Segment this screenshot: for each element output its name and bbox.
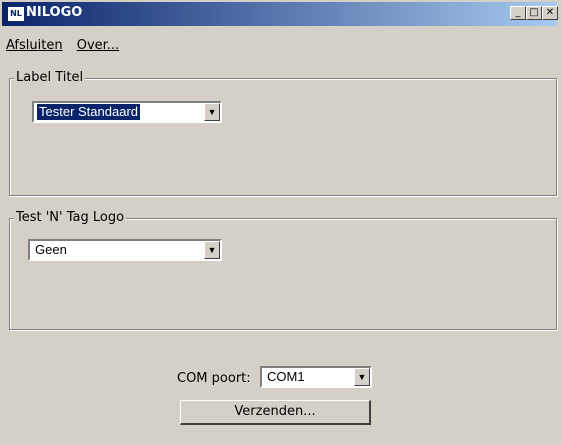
com-port-select[interactable]: COM1 ▼ (260, 366, 372, 388)
menu-bar: Afsluiten Over... (6, 38, 129, 56)
maximize-button[interactable]: □ (526, 6, 542, 20)
group-legend-test-n-tag-logo: Test 'N' Tag Logo (14, 210, 127, 225)
app-window: NL NILOGO _ □ ✕ Afsluiten Over... Label … (0, 0, 561, 445)
com-port-select-value: COM1 (267, 369, 305, 384)
close-button[interactable]: ✕ (542, 6, 558, 20)
minimize-button[interactable]: _ (510, 6, 526, 20)
chevron-down-icon[interactable]: ▼ (204, 241, 220, 259)
logo-select[interactable]: Geen ▼ (28, 239, 222, 261)
group-test-n-tag-logo: Test 'N' Tag Logo Geen ▼ (9, 210, 557, 330)
logo-select-value: Geen (35, 242, 67, 257)
group-label-titel: Label Titel Tester Standaard ▼ (9, 70, 557, 196)
label-titel-select[interactable]: Tester Standaard ▼ (32, 101, 222, 123)
app-logo-icon: NL (8, 7, 24, 21)
chevron-down-icon[interactable]: ▼ (204, 103, 220, 121)
send-button[interactable]: Verzenden... (180, 400, 371, 425)
chevron-down-icon[interactable]: ▼ (354, 368, 370, 386)
com-port-label: COM poort: (177, 371, 251, 386)
title-bar: NL NILOGO _ □ ✕ (2, 2, 558, 26)
label-titel-select-value: Tester Standaard (37, 104, 141, 120)
window-title: NILOGO (26, 5, 83, 20)
group-legend-label-titel: Label Titel (14, 70, 86, 85)
menu-item-over[interactable]: Over... (77, 38, 119, 53)
menu-item-afsluiten[interactable]: Afsluiten (6, 38, 63, 53)
